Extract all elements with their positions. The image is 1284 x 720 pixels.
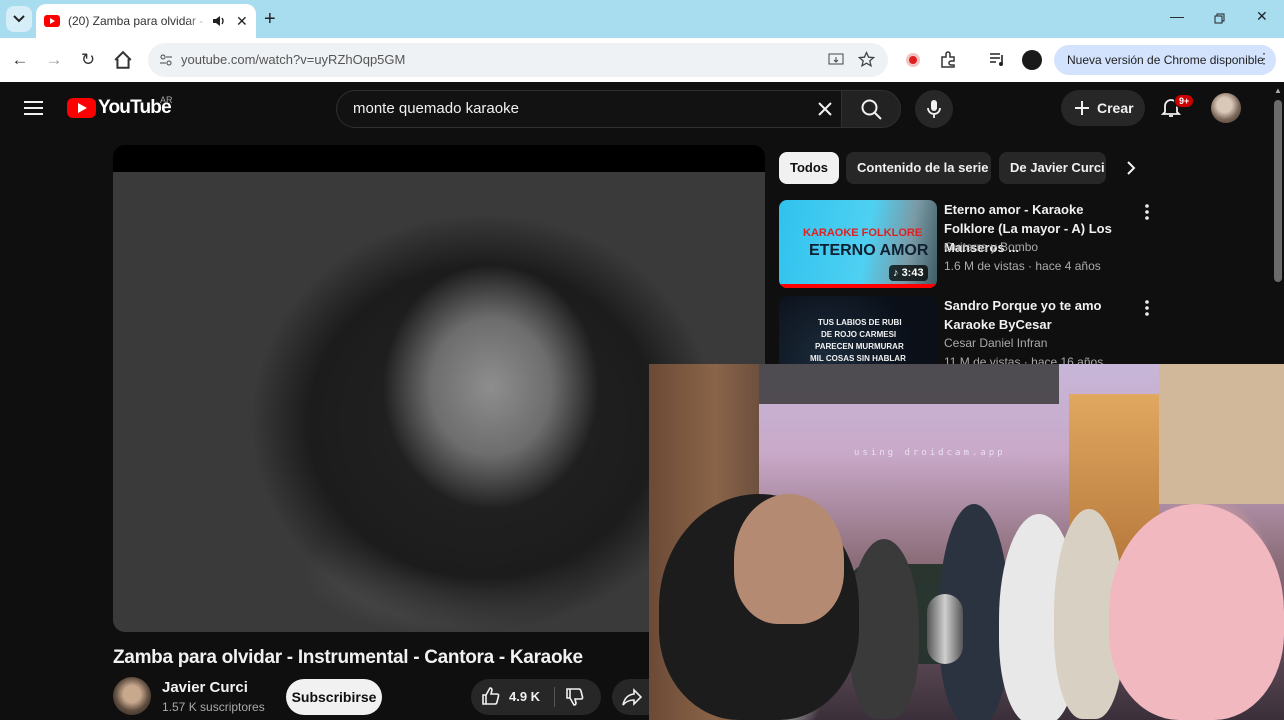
close-window-icon[interactable]: ✕ [1256, 8, 1268, 25]
tab-search-button[interactable] [6, 6, 32, 32]
thumbnail-caption: KARAOKE FOLKLORE [803, 227, 923, 239]
browser-tab-strip: (20) Zamba para olvidar - Instrumental ✕… [0, 0, 1284, 38]
close-tab-icon[interactable]: ✕ [236, 13, 248, 30]
share-button[interactable] [612, 679, 652, 715]
profile-avatar[interactable] [1022, 50, 1042, 70]
restore-icon[interactable] [1214, 13, 1225, 24]
channel-name[interactable]: Javier Curci [162, 679, 248, 696]
acoustic-panel [759, 364, 1059, 404]
person [849, 539, 919, 719]
tab-title: (20) Zamba para olvidar - Instrumental [68, 14, 208, 28]
thumbs-down-icon[interactable] [565, 687, 585, 707]
site-info-icon[interactable] [156, 50, 176, 70]
create-button[interactable]: Crear [1061, 90, 1145, 126]
notification-badge: 9+ [1174, 94, 1195, 108]
clear-search-icon[interactable] [815, 99, 835, 119]
country-code: AR [160, 95, 173, 105]
media-control-icon[interactable] [989, 52, 1006, 67]
webcam-overlay: using droidcam.app [649, 364, 1284, 720]
thumbnail-caption: ETERNO AMOR [809, 242, 929, 259]
like-dislike-group: 4.9 K [471, 679, 601, 715]
more-vert-icon[interactable] [1145, 300, 1149, 316]
channel-avatar[interactable] [113, 677, 151, 715]
reload-icon[interactable]: ↻ [78, 50, 98, 70]
like-button[interactable]: 4.9 K [481, 686, 540, 706]
thumbnail-caption: DE ROJO CARMESI [821, 330, 897, 339]
person [1109, 504, 1284, 720]
microphone-icon [927, 100, 941, 118]
share-arrow-icon [622, 688, 642, 706]
extensions-puzzle-icon[interactable] [939, 51, 957, 69]
watched-progress-bar [779, 284, 937, 288]
divider [554, 687, 555, 707]
url-text: youtube.com/watch?v=uyRZhOqp5GM [181, 52, 406, 67]
subscribe-button[interactable]: Subscribirse [286, 679, 382, 715]
video-title: Zamba para olvidar - Instrumental - Cant… [113, 647, 583, 668]
plus-icon [1075, 101, 1089, 115]
record-extension-icon[interactable] [905, 52, 921, 68]
back-wall [1159, 364, 1284, 504]
more-vert-icon[interactable] [1145, 204, 1149, 220]
install-app-icon[interactable] [828, 52, 844, 68]
home-icon[interactable] [113, 50, 133, 70]
subscriber-count: 1.57 K suscriptores [162, 700, 265, 714]
camera-watermark: using droidcam.app [854, 448, 1006, 458]
new-tab-icon[interactable]: + [264, 8, 276, 31]
recommendation-channel[interactable]: Guitarra y Bombo [944, 240, 1038, 254]
browser-toolbar: ← → ↻ youtube.com/watch?v=uyRZhOqp5GM Nu… [0, 38, 1284, 82]
more-vert-icon[interactable]: ⋮ [1257, 50, 1271, 67]
thumbnail-caption: PARECEN MURMURAR [815, 342, 904, 351]
scroll-up-icon[interactable]: ▲ [1274, 86, 1282, 95]
like-count: 4.9 K [509, 688, 541, 704]
youtube-favicon-icon [44, 15, 60, 27]
hamburger-menu-icon[interactable] [24, 100, 43, 116]
bookmark-star-icon[interactable] [858, 51, 875, 68]
recommendation-meta: 1.6 M de vistas · hace 4 años [944, 259, 1101, 273]
browser-tab-active[interactable]: (20) Zamba para olvidar - Instrumental ✕ [36, 4, 256, 38]
scrollbar-thumb[interactable] [1274, 100, 1282, 282]
person [734, 494, 844, 624]
duration-badge: ♪ 3:43 [889, 265, 928, 281]
minimize-icon[interactable]: — [1170, 8, 1184, 24]
search-query-text: monte quemado karaoke [353, 100, 519, 117]
thumbnail-caption: MIL COSAS SIN HABLAR [810, 354, 906, 363]
chip-todos[interactable]: Todos [779, 152, 839, 184]
recommendation-item[interactable]: KARAOKE FOLKLORE ETERNO AMOR ♪ 3:43 Eter… [779, 200, 1259, 290]
recommendation-title[interactable]: Sandro Porque yo te amo Karaoke ByCesar [944, 296, 1136, 334]
search-input[interactable]: monte quemado karaoke [336, 90, 841, 128]
chip-de-javier-curci[interactable]: De Javier Curci [999, 152, 1106, 184]
account-avatar[interactable] [1211, 93, 1241, 123]
chevron-down-icon [13, 15, 25, 23]
youtube-logo[interactable]: YouTube [67, 97, 172, 119]
chevron-right-icon[interactable] [1126, 160, 1136, 176]
chrome-update-button[interactable]: Nueva versión de Chrome disponible ⋮ [1054, 45, 1276, 75]
video-thumbnail[interactable]: TUS LABIOS DE RUBI DE ROJO CARMESI PAREC… [779, 296, 937, 364]
address-bar[interactable]: youtube.com/watch?v=uyRZhOqp5GM [148, 43, 888, 77]
recommendation-channel[interactable]: Cesar Daniel Infran [944, 336, 1047, 350]
studio-microphone [927, 594, 963, 664]
recommendation-item[interactable]: TUS LABIOS DE RUBI DE ROJO CARMESI PAREC… [779, 296, 1259, 364]
chip-contenido-serie[interactable]: Contenido de la serie [846, 152, 991, 184]
search-icon [861, 99, 882, 120]
forward-icon[interactable]: → [44, 50, 64, 70]
voice-search-button[interactable] [915, 90, 953, 128]
back-icon[interactable]: ← [10, 50, 30, 70]
search-button[interactable] [841, 90, 901, 128]
video-thumbnail[interactable]: KARAOKE FOLKLORE ETERNO AMOR ♪ 3:43 [779, 200, 937, 288]
recommendation-meta: 11 M de vistas · hace 16 años [944, 355, 1104, 364]
thumbnail-caption: TUS LABIOS DE RUBI [818, 318, 902, 327]
speaker-icon[interactable] [212, 15, 226, 27]
youtube-play-icon [67, 98, 96, 118]
thumbs-up-icon [482, 687, 500, 705]
duration-text: 3:43 [901, 267, 924, 279]
